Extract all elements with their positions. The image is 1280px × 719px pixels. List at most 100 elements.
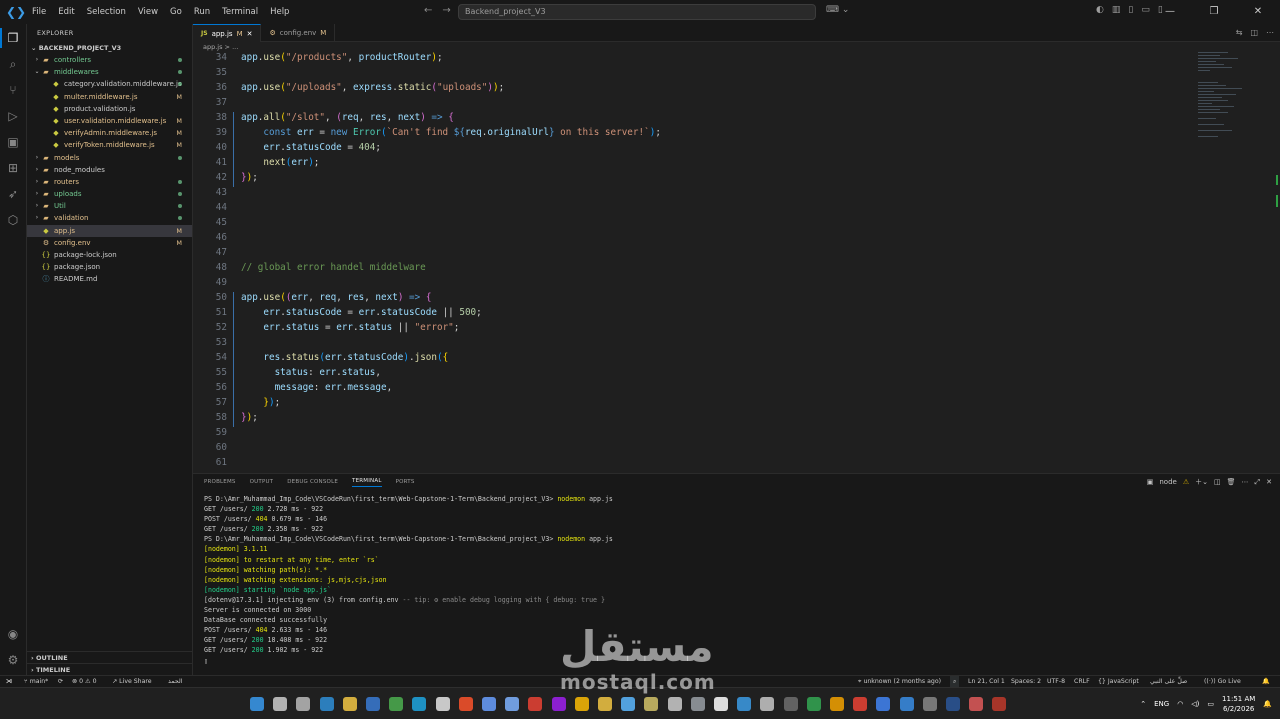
menu-run[interactable]: Run [188,0,216,24]
code-line[interactable]: 37 [193,95,1193,110]
restore-icon[interactable]: ❐ [1192,0,1236,24]
code-line[interactable]: 40 err.statusCode = 404; [193,140,1193,155]
battery-icon[interactable]: ▭ [1207,700,1214,708]
app-icon[interactable] [899,697,914,711]
tab-app-js[interactable]: JS app.js M ✕ [193,24,262,43]
edge-icon[interactable] [412,697,427,711]
chrome-icon[interactable] [574,697,589,711]
compare-icon[interactable]: ⇆ [1236,28,1243,37]
code-line[interactable]: 38 app.all("/slot", (req, res, next) => { [193,110,1193,125]
code-line[interactable]: 34 app.use("/products", productRouter); [193,52,1193,65]
task-view-icon[interactable] [296,697,311,711]
panel-tab-output[interactable]: OUTPUT [250,479,274,485]
split-terminal-icon[interactable]: ◫ [1214,478,1221,486]
app-icon[interactable] [551,697,566,711]
code-line[interactable]: 46 [193,230,1193,245]
windows-start-icon[interactable] [250,697,264,711]
command-center-search[interactable]: Backend_project_V3 [458,4,816,20]
menu-view[interactable]: View [132,0,164,24]
app-icon[interactable] [598,697,612,711]
menu-selection[interactable]: Selection [81,0,132,24]
app-icon[interactable] [714,697,728,711]
code-line[interactable]: 52 err.status = err.status || "error"; [193,320,1193,335]
code-line[interactable]: 56 message: err.message, [193,380,1193,395]
app-icon[interactable] [922,697,937,711]
panel-tab-debug-console[interactable]: DEBUG CONSOLE [287,479,338,485]
search-icon[interactable] [273,697,288,711]
panel-tab-terminal[interactable]: TERMINAL [352,478,382,487]
menu-file[interactable]: File [26,0,52,24]
file-item[interactable]: ◆ verifyToken.middleware.js M [27,139,192,151]
minimap[interactable] [1196,52,1270,152]
back-arrow-icon[interactable]: ← [424,5,432,16]
extensions-icon[interactable]: ⊞ [5,160,21,176]
code-line[interactable]: 43 [193,185,1193,200]
forward-arrow-icon[interactable]: → [442,5,450,16]
store-icon[interactable] [366,697,380,711]
search-icon[interactable]: ⌕ [5,56,21,72]
code-line[interactable]: 50 app.use((err, req, res, next) => { [193,290,1193,305]
word-icon[interactable] [946,697,960,711]
toggle-sidebar-icon[interactable]: ▯ [1128,5,1133,15]
app-icon[interactable] [690,697,705,711]
app-icon[interactable] [528,697,543,711]
close-panel-icon[interactable]: ✕ [1266,478,1272,486]
code-line[interactable]: 51 err.statusCode = err.statusCode || 50… [193,305,1193,320]
file-item[interactable]: ◆ app.js M [27,224,192,237]
settings-gear-icon[interactable]: ⚙ [5,652,21,668]
timeline-section[interactable]: › TIMELINE [27,663,193,675]
code-line[interactable]: 44 [193,200,1193,215]
code-line[interactable]: 45 [193,215,1193,230]
panel-tab-problems[interactable]: PROBLEMS [204,479,236,485]
input-language[interactable]: ENG [1154,700,1169,708]
minimize-icon[interactable]: — [1148,0,1192,24]
app-icon[interactable] [505,697,520,711]
folder-item[interactable]: › ▰ controllers [27,54,192,66]
docker-icon[interactable]: ⬡ [5,212,21,228]
app-icon[interactable] [830,697,844,711]
chrome-icon[interactable] [806,697,821,711]
menu-edit[interactable]: Edit [52,0,80,24]
app-icon[interactable] [644,697,659,711]
app-icon[interactable] [992,697,1007,711]
account-icon[interactable]: ◉ [5,626,21,642]
menu-go[interactable]: Go [164,0,188,24]
file-item[interactable]: ◆ category.validation.middleware.js [27,78,192,90]
file-item[interactable]: {} package.json [27,261,192,273]
menu-terminal[interactable]: Terminal [216,0,264,24]
live-share-icon[interactable]: ➶ [5,186,21,202]
code-line[interactable]: 58}); [193,410,1193,425]
file-item[interactable]: ⚙ config.env M [27,237,192,249]
app-icon[interactable] [783,697,798,711]
close-tab-icon[interactable]: ✕ [247,25,253,43]
file-item[interactable]: ◆ verifyAdmin.middleware.js M [27,127,192,139]
folder-item[interactable]: › ▰ Util [27,200,192,212]
tray-chevron-icon[interactable]: ⌃ [1140,700,1146,708]
code-line[interactable]: 36 app.use("/uploads", express.static("up… [193,80,1193,95]
copilot-icon[interactable]: ⌨ ⌄ [826,5,849,15]
project-root[interactable]: ⌄ BACKEND_PROJECT_V3 [27,42,192,54]
code-line[interactable]: 55 status: err.status, [193,365,1193,380]
breadcrumb[interactable]: app.js > ... [193,42,238,52]
tab-config-env[interactable]: ⚙ config.env M [261,24,336,42]
code-line[interactable]: 57 }); [193,395,1193,410]
app-icon[interactable] [621,697,636,711]
chrome-icon[interactable] [876,697,891,711]
terminal-name[interactable]: node [1159,478,1176,486]
folder-item[interactable]: › ▰ uploads [27,188,192,200]
app-icon[interactable] [969,697,984,711]
code-line[interactable]: 61 [193,455,1193,470]
code-line[interactable]: 49 [193,275,1193,290]
app-icon[interactable] [760,697,775,711]
app-icon[interactable] [853,697,868,711]
explorer-icon[interactable]: ❐ [5,30,21,46]
folder-item[interactable]: › ▰ models [27,152,192,164]
source-control-icon[interactable]: ⑂ [5,82,21,98]
volume-icon[interactable]: ◁) [1191,700,1199,708]
code-line[interactable]: 47 [193,245,1193,260]
app-icon[interactable] [667,697,682,711]
folder-item[interactable]: › ▰ validation [27,212,192,224]
split-editor-icon[interactable]: ◫ [1250,28,1258,37]
file-item[interactable]: ⓘ README.md [27,273,192,285]
more-icon[interactable]: ⋯ [1242,478,1249,486]
